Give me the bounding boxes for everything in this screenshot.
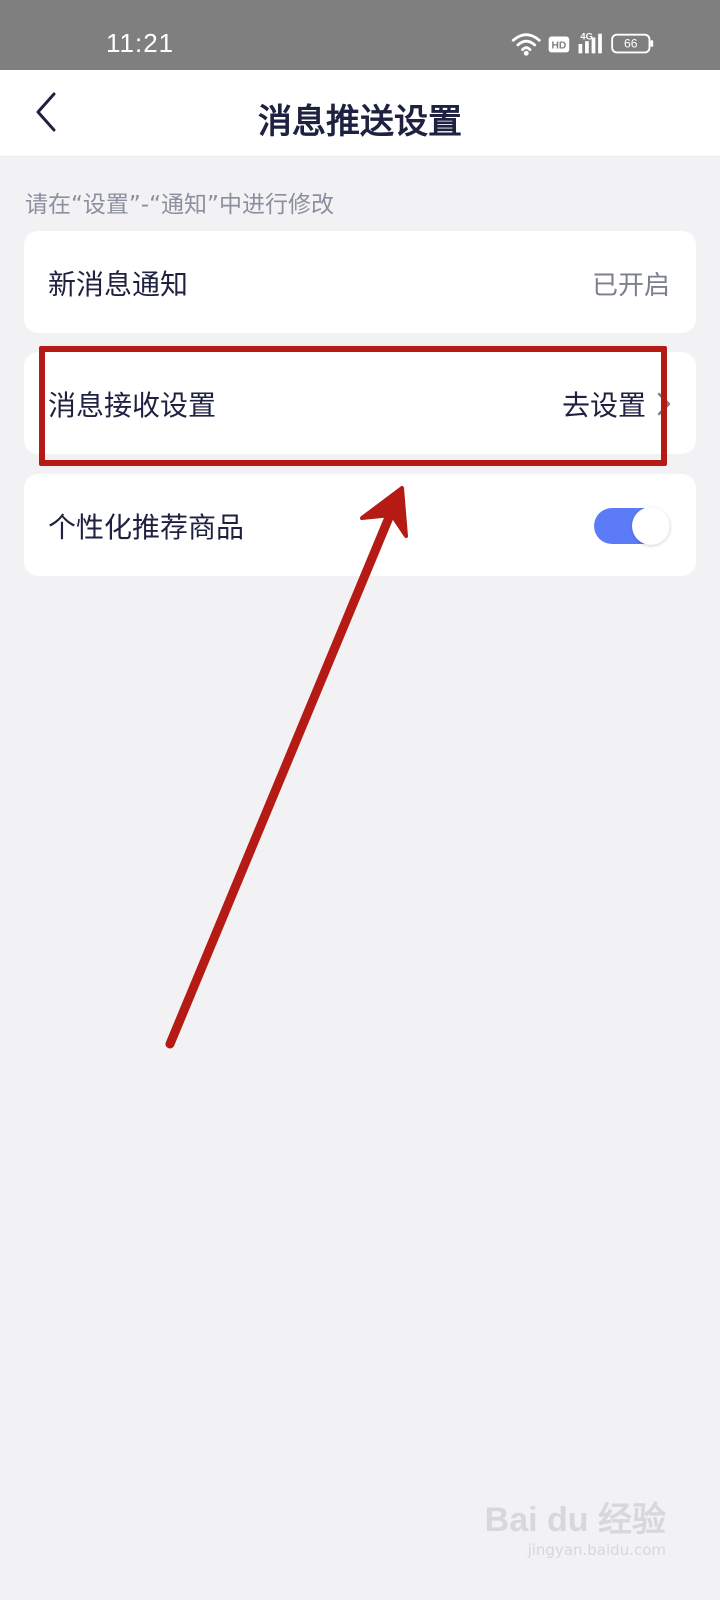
watermark-url: jingyan.baidu.com (527, 1541, 666, 1559)
svg-text:66: 66 (624, 37, 638, 51)
svg-text:4G: 4G (580, 31, 592, 41)
toggle-knob (632, 507, 670, 545)
annotation-highlight-box (39, 346, 667, 466)
watermark-logo: Bai du 经验 (484, 1501, 666, 1539)
new-message-notification-row[interactable]: 新消息通知 已开启 (24, 231, 696, 333)
personalized-recommendation-row: 个性化推荐商品 (24, 474, 696, 576)
settings-hint: 请在“设置”-“通知”中进行修改 (25, 192, 334, 218)
wifi-icon (511, 33, 541, 51)
setting-status: 已开启 (591, 271, 670, 301)
setting-label: 个性化推荐商品 (48, 511, 245, 544)
personalized-recommendation-toggle[interactable] (594, 507, 670, 545)
setting-label: 新消息通知 (48, 268, 189, 301)
page-title: 消息推送设置 (258, 102, 462, 142)
battery-icon: 66 (611, 33, 654, 54)
status-time: 11:21 (106, 28, 175, 58)
status-icons: HD 4G 66 (511, 31, 654, 56)
svg-text:HD: HD (552, 41, 567, 52)
status-bar: 11:21 HD 4G 66 (0, 0, 720, 70)
nav-bar: 消息推送设置 (0, 70, 720, 157)
watermark: Bai du 经验 jingyan.baidu.com (485, 1492, 666, 1559)
